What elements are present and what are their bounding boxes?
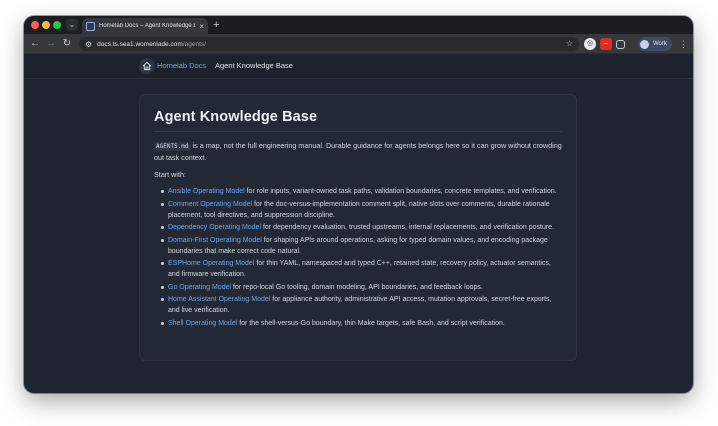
reload-icon[interactable]: ↻	[60, 37, 74, 51]
operating-model-list: Ansible Operating Model for role inputs,…	[154, 186, 562, 329]
comment-model-link[interactable]: Comment Operating Model	[168, 201, 252, 208]
start-with-label: Start with:	[154, 170, 186, 179]
list-item: Shell Operating Model for the shell-vers…	[161, 318, 562, 329]
intro-text: is a map, not the full engineering manua…	[154, 141, 562, 162]
url-host: docs.ts.sea1.womenlade.com	[97, 40, 183, 48]
list-item-text: for dependency evaluation, trusted upstr…	[261, 224, 555, 231]
extension-icon[interactable]: ◎	[584, 38, 596, 50]
breadcrumb: Agent Knowledge Base	[215, 61, 293, 70]
list-item-text: for role inputs, variant-owned task path…	[244, 188, 557, 195]
star-icon[interactable]: ☆	[566, 37, 573, 51]
list-item: Domain-First Operating Model for shaping…	[161, 235, 562, 257]
new-tab-button[interactable]: +	[213, 18, 219, 32]
address-bar[interactable]: ⚙ docs.ts.sea1.womenlade.com/agents/ ☆	[79, 37, 579, 51]
list-item: Go Operating Model for repo-local Go too…	[161, 282, 562, 293]
extension-block-icon[interactable]: –	[600, 38, 612, 50]
tab-title: Homelab Docs – Agent Knowledge Base	[99, 23, 195, 29]
inline-code: AGENTS.md	[154, 142, 191, 151]
close-window-button[interactable]	[31, 21, 39, 29]
go-model-link[interactable]: Go Operating Model	[168, 284, 231, 291]
browser-tab[interactable]: Homelab Docs – Agent Knowledge Base ×	[82, 18, 208, 34]
avatar	[640, 39, 649, 49]
list-item: Ansible Operating Model for role inputs,…	[161, 186, 562, 197]
home-icon[interactable]	[139, 58, 155, 74]
list-item: Comment Operating Model for the doc-vers…	[161, 199, 562, 221]
list-item-text: for repo-local Go tooling, domain modeli…	[231, 283, 483, 291]
url-path: /agents/	[182, 40, 206, 48]
brand-link[interactable]: Homelab Docs	[157, 61, 206, 70]
site-header: Homelab Docs Agent Knowledge Base	[24, 55, 693, 79]
list-item: Home Assistant Operating Model for appli…	[161, 294, 562, 316]
intro-paragraph: AGENTS.md is a map, not the full enginee…	[154, 140, 562, 163]
arrow-right-icon[interactable]: →	[44, 37, 58, 51]
ansible-model-link[interactable]: Ansible Operating Model	[168, 188, 245, 195]
kebab-menu-icon[interactable]: ⋮	[679, 37, 688, 51]
arrow-left-icon[interactable]: ←	[28, 37, 42, 51]
list-item: ESPHome Operating Model for thin YAML, n…	[161, 258, 562, 280]
profile-button[interactable]: Work	[638, 37, 672, 51]
home-assistant-model-link[interactable]: Home Assistant Operating Model	[168, 296, 270, 303]
page-favicon-icon	[86, 21, 95, 31]
minimize-window-button[interactable]	[42, 21, 50, 29]
list-item-text: for the shell-versus-Go boundary, thin M…	[237, 319, 505, 327]
maximize-window-button[interactable]	[53, 21, 61, 29]
tab-search-icon[interactable]: ⌄	[66, 19, 78, 31]
domain-first-model-link[interactable]: Domain-First Operating Model	[168, 237, 262, 244]
site-settings-icon[interactable]: ⚙	[85, 40, 92, 49]
content-card: Agent Knowledge Base AGENTS.md is a map,…	[139, 94, 577, 361]
dependency-model-link[interactable]: Dependency Operating Model	[168, 224, 261, 231]
profile-label: Work	[653, 41, 667, 47]
close-tab-icon[interactable]: ×	[199, 22, 204, 31]
esphome-model-link[interactable]: ESPHome Operating Model	[168, 260, 254, 267]
shell-model-link[interactable]: Shell Operating Model	[168, 320, 237, 327]
tab-strip: ⌄ Homelab Docs – Agent Knowledge Base × …	[24, 16, 693, 34]
list-item: Dependency Operating Model for dependenc…	[161, 222, 562, 233]
page-title: Agent Knowledge Base	[154, 109, 562, 132]
browser-window: ⌄ Homelab Docs – Agent Knowledge Base × …	[24, 16, 693, 393]
browser-toolbar: ← → ↻ ⚙ docs.ts.sea1.womenlade.com/agent…	[24, 34, 693, 54]
extensions-puzzle-icon[interactable]	[616, 40, 625, 49]
url-text[interactable]: docs.ts.sea1.womenlade.com/agents/	[97, 41, 206, 48]
